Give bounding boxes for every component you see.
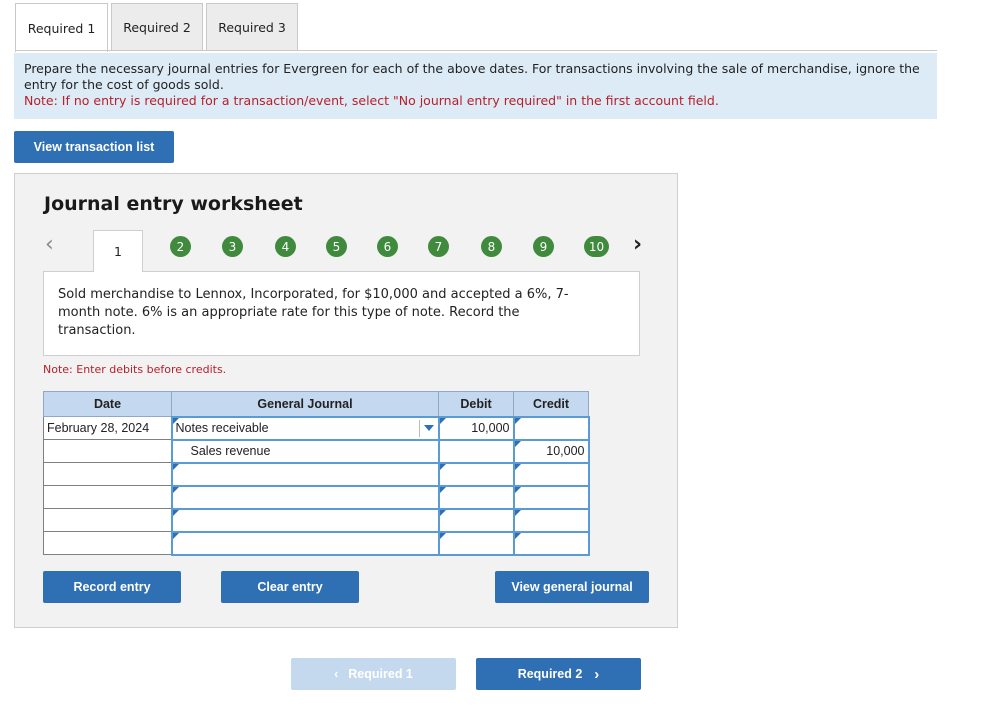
chevron-left-icon[interactable]: ‹ xyxy=(45,232,54,257)
date-cell xyxy=(43,531,172,555)
cell-marker xyxy=(439,509,446,516)
tab-required-3[interactable]: Required 3 xyxy=(206,3,298,51)
table-row xyxy=(43,461,590,487)
cell-marker xyxy=(439,486,446,493)
debit-value: 10,000 xyxy=(471,421,510,435)
chevron-left-icon: ‹ xyxy=(334,667,339,681)
col-credit: Credit xyxy=(513,391,589,417)
account-value: Notes receivable xyxy=(175,421,269,435)
date-cell xyxy=(43,485,172,509)
col-debit: Debit xyxy=(438,391,514,417)
step-3[interactable]: 3 xyxy=(222,236,243,257)
step-tab-current[interactable]: 1 xyxy=(93,230,143,272)
credit-input[interactable] xyxy=(512,461,590,487)
step-7[interactable]: 7 xyxy=(428,236,449,257)
journal-header-row: Date General Journal Debit Credit xyxy=(43,391,589,417)
view-transaction-list-button[interactable]: View transaction list xyxy=(14,131,174,163)
step-9[interactable]: 9 xyxy=(533,236,554,257)
cell-marker xyxy=(172,486,179,493)
cell-marker xyxy=(514,532,521,539)
cell-marker xyxy=(172,532,179,539)
journal-entry-worksheet: Journal entry worksheet ‹ 1 2 3 4 5 6 7 … xyxy=(14,173,678,628)
debit-input[interactable] xyxy=(437,530,515,556)
cell-marker xyxy=(172,509,179,516)
step-10[interactable]: 10 xyxy=(584,236,609,257)
cell-marker xyxy=(514,463,521,470)
debits-note: Note: Enter debits before credits. xyxy=(43,363,227,376)
account-select[interactable] xyxy=(170,461,440,487)
date-cell xyxy=(43,462,172,486)
cell-marker xyxy=(172,463,179,470)
cell-marker xyxy=(172,417,179,424)
clear-entry-button[interactable]: Clear entry xyxy=(221,571,359,603)
tab-bar: Required 1 Required 2 Required 3 xyxy=(15,3,301,52)
instructions-box: Prepare the necessary journal entries fo… xyxy=(14,53,937,119)
step-6[interactable]: 6 xyxy=(377,236,398,257)
prev-required-label: Required 1 xyxy=(348,667,413,681)
step-4[interactable]: 4 xyxy=(275,236,296,257)
credit-input[interactable] xyxy=(512,530,590,556)
cell-marker xyxy=(439,532,446,539)
account-value: Sales revenue xyxy=(190,444,271,458)
account-select[interactable] xyxy=(170,507,440,533)
step-2[interactable]: 2 xyxy=(170,236,191,257)
table-row xyxy=(43,507,590,533)
debit-input[interactable]: 10,000 xyxy=(437,415,515,441)
cell-marker xyxy=(514,509,521,516)
tab-divider xyxy=(15,50,937,51)
debit-input[interactable] xyxy=(437,507,515,533)
step-8[interactable]: 8 xyxy=(481,236,502,257)
col-date: Date xyxy=(43,391,172,417)
debit-input[interactable] xyxy=(437,484,515,510)
instructions-note: Note: If no entry is required for a tran… xyxy=(24,93,719,108)
dropdown-arrow-icon[interactable] xyxy=(423,424,434,431)
view-general-journal-button[interactable]: View general journal xyxy=(495,571,649,603)
record-entry-button[interactable]: Record entry xyxy=(43,571,181,603)
credit-input[interactable]: 10,000 xyxy=(512,438,590,464)
account-select[interactable] xyxy=(170,530,440,556)
account-select[interactable] xyxy=(170,484,440,510)
transaction-description: Sold merchandise to Lennox, Incorporated… xyxy=(58,287,569,338)
instructions-text: Prepare the necessary journal entries fo… xyxy=(24,61,920,92)
credit-input[interactable] xyxy=(512,507,590,533)
transaction-description-box: Sold merchandise to Lennox, Incorporated… xyxy=(43,271,640,356)
cell-marker xyxy=(439,417,446,424)
debit-input[interactable] xyxy=(437,438,515,464)
col-general-journal: General Journal xyxy=(171,391,439,417)
cell-marker xyxy=(514,417,521,424)
next-required-button[interactable]: Required 2 › xyxy=(476,658,641,690)
date-cell xyxy=(43,439,172,463)
table-row xyxy=(43,530,590,556)
table-row: Sales revenue 10,000 xyxy=(43,438,590,464)
dropdown-separator xyxy=(418,419,420,437)
tab-required-2[interactable]: Required 2 xyxy=(111,3,203,51)
next-required-label: Required 2 xyxy=(517,667,583,681)
debit-input[interactable] xyxy=(437,461,515,487)
date-cell xyxy=(43,508,172,532)
credit-input[interactable] xyxy=(512,415,590,441)
cell-marker xyxy=(514,486,521,493)
credit-value: 10,000 xyxy=(546,444,585,458)
date-cell: February 28, 2024 xyxy=(43,416,172,440)
chevron-right-icon[interactable]: › xyxy=(633,232,642,257)
cell-marker xyxy=(439,463,446,470)
chevron-right-icon: › xyxy=(594,665,600,683)
cell-marker xyxy=(514,440,521,447)
journal-table: Date General Journal Debit Credit Februa… xyxy=(43,391,590,556)
account-select[interactable]: Notes receivable xyxy=(170,415,440,441)
table-row: February 28, 2024 Notes receivable 10,00… xyxy=(43,415,590,441)
prev-required-button[interactable]: ‹ Required 1 xyxy=(291,658,456,690)
worksheet-title: Journal entry worksheet xyxy=(44,193,303,215)
tab-required-1[interactable]: Required 1 xyxy=(15,3,108,52)
account-select[interactable]: Sales revenue xyxy=(170,438,440,464)
table-row xyxy=(43,484,590,510)
credit-input[interactable] xyxy=(512,484,590,510)
step-5[interactable]: 5 xyxy=(326,236,347,257)
